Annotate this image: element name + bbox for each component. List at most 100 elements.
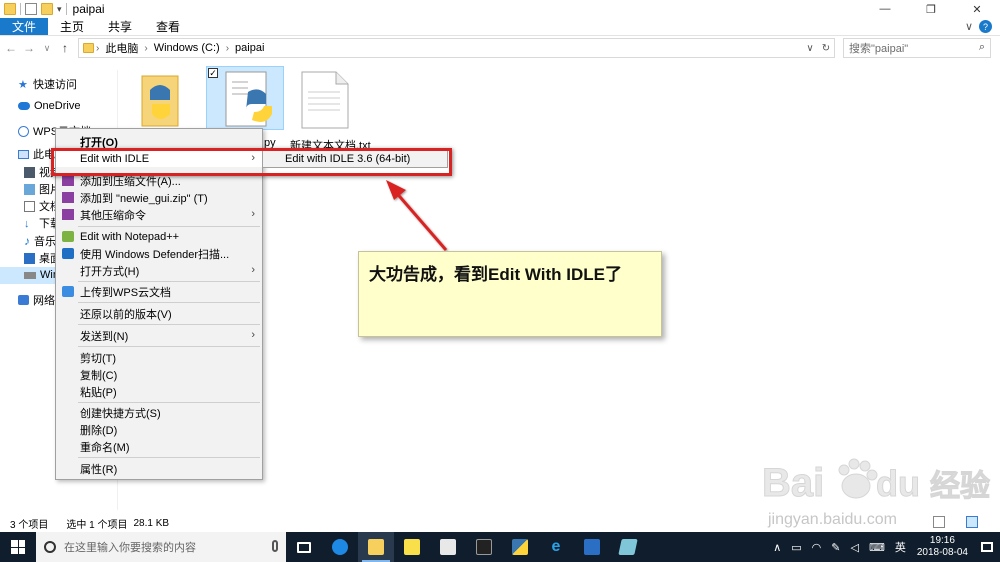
- python-icon: [512, 539, 528, 555]
- watermark-brand: Bai: [762, 461, 824, 505]
- task-view-button[interactable]: [286, 532, 322, 562]
- tab-file[interactable]: 文件: [0, 18, 49, 35]
- menu-item-rename[interactable]: 重命名(M): [56, 438, 262, 455]
- nav-network[interactable]: 网络: [18, 292, 55, 308]
- microphone-icon[interactable]: [272, 540, 278, 552]
- address-bar[interactable]: › 此电脑 › Windows (C:) › paipai ∨ ↻: [78, 38, 835, 58]
- status-item-count: 3 个项目: [10, 520, 49, 531]
- taskbar-sticky-notes[interactable]: [394, 532, 430, 562]
- network-status-icon[interactable]: ▭: [791, 541, 801, 554]
- notepadpp-icon: [62, 231, 74, 242]
- watermark-url: jingyan.baidu.com: [767, 511, 897, 528]
- breadcrumb-drive-c[interactable]: Windows (C:): [154, 42, 220, 54]
- tab-share[interactable]: 共享: [96, 18, 144, 35]
- breadcrumb-separator: ›: [144, 42, 148, 54]
- winrar-icon: [62, 209, 74, 220]
- edge-icon: [332, 539, 348, 555]
- nav-music[interactable]: ♪ 音乐: [24, 233, 56, 249]
- menu-label: 粘贴(P): [80, 386, 117, 399]
- menu-item-other-compress[interactable]: 其他压缩命令 ›: [56, 206, 262, 223]
- properties-icon[interactable]: [25, 3, 37, 15]
- window-title: paipai: [72, 2, 105, 16]
- tab-view[interactable]: 查看: [144, 18, 192, 35]
- forward-arrow-icon[interactable]: →: [22, 41, 36, 55]
- menu-item-restore-versions[interactable]: 还原以前的版本(V): [56, 305, 262, 322]
- menu-item-copy[interactable]: 复制(C): [56, 366, 262, 383]
- file-item-python-file[interactable]: [220, 70, 278, 130]
- submenu-arrow-icon: ›: [251, 329, 255, 341]
- menu-item-create-shortcut[interactable]: 创建快捷方式(S): [56, 404, 262, 421]
- clock[interactable]: 19:16 2018-08-04: [917, 535, 968, 559]
- taskbar-document-app[interactable]: [430, 532, 466, 562]
- new-folder-icon[interactable]: [41, 3, 53, 15]
- tab-home[interactable]: 主页: [48, 18, 96, 35]
- ime-indicator[interactable]: 英: [895, 539, 906, 555]
- network-icon: [18, 295, 29, 305]
- menu-item-properties[interactable]: 属性(R): [56, 460, 262, 477]
- breadcrumb-this-pc[interactable]: 此电脑: [105, 40, 138, 56]
- menu-label: Edit with Notepad++: [80, 230, 180, 243]
- nav-label: 快速访问: [33, 79, 77, 91]
- menu-item-add-to-zip[interactable]: 添加到 "newie_gui.zip" (T): [56, 189, 262, 206]
- paw-icon: [838, 458, 878, 499]
- address-dropdown-icon[interactable]: ∨: [802, 39, 818, 57]
- menu-item-send-to[interactable]: 发送到(N) ›: [56, 327, 262, 344]
- taskbar-search-input[interactable]: 在这里输入你要搜索的内容: [36, 532, 286, 562]
- menu-label: 创建快捷方式(S): [80, 407, 161, 420]
- close-button[interactable]: ✕: [954, 0, 1000, 18]
- menu-item-delete[interactable]: 删除(D): [56, 421, 262, 438]
- menu-item-defender-scan[interactable]: 使用 Windows Defender扫描...: [56, 245, 262, 262]
- folder-icon: [83, 43, 94, 53]
- menu-item-paste[interactable]: 粘贴(P): [56, 383, 262, 400]
- taskbar-file-explorer[interactable]: [358, 532, 394, 562]
- help-icon[interactable]: ?: [979, 20, 992, 33]
- start-button[interactable]: [0, 532, 36, 562]
- file-item-text-file[interactable]: [298, 70, 352, 130]
- taskbar-search-placeholder: 在这里输入你要搜索的内容: [64, 542, 196, 554]
- taskbar-terminal[interactable]: [466, 532, 502, 562]
- windows-logo-icon: [11, 540, 25, 554]
- menu-item-open-with[interactable]: 打开方式(H) ›: [56, 262, 262, 279]
- quick-access-dropdown-icon[interactable]: ▾: [57, 4, 62, 15]
- tray-expand-icon[interactable]: ∧: [773, 541, 781, 554]
- action-center-button[interactable]: [974, 532, 1000, 562]
- maximize-button[interactable]: ❐: [908, 0, 954, 18]
- text-file-icon: [301, 71, 349, 129]
- file-select-checkbox[interactable]: ✓: [208, 68, 218, 78]
- up-arrow-icon[interactable]: ↑: [58, 41, 72, 55]
- clock-date: 2018-08-04: [916, 547, 968, 558]
- search-input[interactable]: 搜索"paipai" ⌕: [843, 38, 991, 58]
- taskbar-python[interactable]: [502, 532, 538, 562]
- breadcrumb-paipai[interactable]: paipai: [235, 42, 264, 54]
- desktop-icon: [24, 252, 35, 264]
- menu-label: 添加到 "newie_gui.zip" (T): [80, 192, 208, 205]
- recent-dropdown-icon[interactable]: ∨: [40, 43, 54, 54]
- pen-icon[interactable]: ✎: [831, 541, 840, 554]
- taskbar-edge[interactable]: [322, 532, 358, 562]
- menu-label: 发送到(N): [80, 330, 129, 343]
- menu-label: 属性(R): [80, 463, 118, 476]
- taskbar-app-blue[interactable]: [574, 532, 610, 562]
- menu-item-upload-wps[interactable]: 上传到WPS云文档: [56, 283, 262, 300]
- menu-label: 还原以前的版本(V): [80, 308, 172, 321]
- menu-item-cut[interactable]: 剪切(T): [56, 349, 262, 366]
- python-file-icon: [225, 71, 272, 127]
- menu-item-edit-notepadpp[interactable]: Edit with Notepad++: [56, 228, 262, 245]
- nav-onedrive[interactable]: OneDrive: [18, 100, 80, 112]
- star-icon: ★: [18, 78, 28, 91]
- back-arrow-icon[interactable]: ←: [4, 41, 18, 55]
- keyboard-icon[interactable]: ⌨: [869, 541, 885, 554]
- nav-quick-access[interactable]: ★ 快速访问: [18, 76, 77, 92]
- minimize-button[interactable]: —: [862, 0, 908, 18]
- winrar-icon: [62, 175, 74, 186]
- volume-icon[interactable]: ◁: [850, 541, 858, 554]
- file-item-python-folder[interactable]: [140, 70, 180, 130]
- wifi-icon[interactable]: ◠: [812, 541, 822, 554]
- taskbar-app-notes[interactable]: [610, 532, 646, 562]
- ribbon-expand-icon[interactable]: ∨: [965, 20, 973, 33]
- refresh-icon[interactable]: ↻: [818, 39, 834, 57]
- nav-label: 音乐: [34, 236, 56, 248]
- taskbar-internet-explorer[interactable]: e: [538, 532, 574, 562]
- status-size: 28.1 KB: [133, 518, 170, 529]
- app-icon: [584, 539, 600, 555]
